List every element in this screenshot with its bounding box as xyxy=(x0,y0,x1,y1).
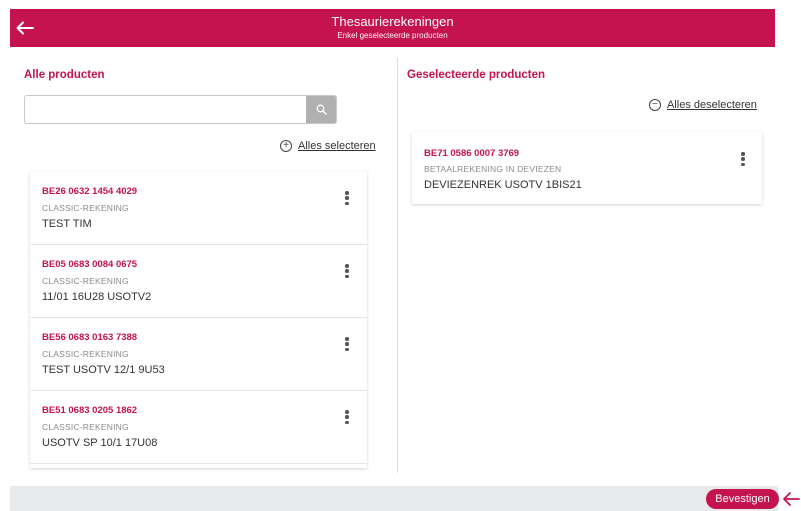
product-card[interactable]: BE26 0632 1454 4029 CLASSIC-REKENING TES… xyxy=(30,172,367,245)
product-iban: BE51 0683 0205 1862 xyxy=(42,405,138,416)
search-button[interactable] xyxy=(306,96,336,123)
search-box xyxy=(24,95,337,124)
plus-circle-icon: + xyxy=(280,140,292,152)
product-type: CLASSIC-REKENING xyxy=(42,203,129,213)
page-subtitle: Enkel geselecteerde producten xyxy=(337,31,448,40)
product-name: DEVIEZENREK USOTV 1BIS21 xyxy=(424,179,582,191)
product-card[interactable]: BE51 0683 0205 1862 CLASSIC-REKENING USO… xyxy=(30,391,367,464)
product-name: USOTV SP 10/1 17U08 xyxy=(42,437,158,449)
footer-bar xyxy=(10,486,778,511)
search-icon xyxy=(316,104,327,115)
confirm-button[interactable]: Bevestigen xyxy=(706,489,779,509)
product-iban: BE71 0586 0007 3769 xyxy=(424,148,520,159)
product-name: TEST TIM xyxy=(42,218,92,230)
kebab-menu-icon[interactable] xyxy=(737,150,749,168)
all-products-title: Alle producten xyxy=(24,69,105,81)
selected-product-card[interactable]: BE71 0586 0007 3769 BETAALREKENING IN DE… xyxy=(412,132,762,204)
all-products-list: BE26 0632 1454 4029 CLASSIC-REKENING TES… xyxy=(30,172,367,468)
deselect-all-label: Alles deselecteren xyxy=(667,99,757,111)
product-iban: BE05 0683 0084 0675 xyxy=(42,259,138,270)
deselect-all-link[interactable]: − Alles deselecteren xyxy=(649,99,757,111)
kebab-menu-icon[interactable] xyxy=(341,262,353,280)
product-iban: BE26 0632 1454 4029 xyxy=(42,186,138,197)
product-card[interactable]: BE05 0683 0084 0675 CLASSIC-REKENING 11/… xyxy=(30,245,367,318)
kebab-menu-icon[interactable] xyxy=(341,408,353,426)
product-card[interactable]: BE56 0683 0163 7388 CLASSIC-REKENING TES… xyxy=(30,318,367,391)
minus-circle-icon: − xyxy=(649,99,661,111)
arrow-left-icon xyxy=(783,492,800,506)
product-type: CLASSIC-REKENING xyxy=(42,349,129,359)
page-title: Thesaurierekeningen xyxy=(331,14,454,29)
product-name: TEST USOTV 12/1 9U53 xyxy=(42,364,165,376)
page-header: Thesaurierekeningen Enkel geselecteerde … xyxy=(10,9,775,47)
product-type: CLASSIC-REKENING xyxy=(42,422,129,432)
product-type: BETAALREKENING IN DEVIEZEN xyxy=(424,164,562,174)
kebab-menu-icon[interactable] xyxy=(341,189,353,207)
kebab-menu-icon[interactable] xyxy=(341,335,353,353)
select-all-label: Alles selecteren xyxy=(298,140,376,152)
product-name: 11/01 16U28 USOTV2 xyxy=(42,291,152,303)
select-all-link[interactable]: + Alles selecteren xyxy=(280,140,376,152)
selected-products-title: Geselecteerde producten xyxy=(407,69,546,81)
column-divider xyxy=(397,58,398,473)
product-iban: BE56 0683 0163 7388 xyxy=(42,332,138,343)
product-type: CLASSIC-REKENING xyxy=(42,276,129,286)
search-input[interactable] xyxy=(25,96,307,123)
